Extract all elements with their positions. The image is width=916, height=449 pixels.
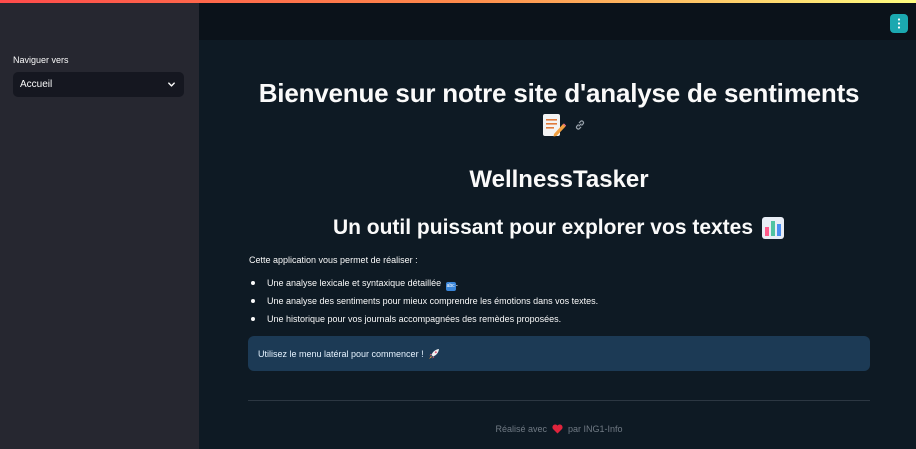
subtitle-heading: Un outil puissant pour explorer vos text… [248,216,870,240]
rocket-icon [428,348,439,359]
info-text: Utilisez le menu latéral pour commencer … [258,348,424,359]
app-name-heading: WellnessTasker [469,166,649,193]
nav-label: Naviguer vers [13,55,69,65]
info-box: Utilisez le menu latéral pour commencer … [248,336,870,371]
page-title: Bienvenue sur notre site d'analyse de se… [258,78,860,108]
sidebar: Naviguer vers Accueil [0,3,199,449]
list-item-text: Une analyse des sentiments pour mieux co… [267,296,599,306]
list-item-text: Une analyse lexicale et syntaxique détai… [267,278,442,288]
footer-suffix: par ING1-Info [568,424,623,434]
list-item-text: Une historique pour vos journals accompa… [267,314,562,324]
footer: Réalisé avec par ING1-Info [248,424,870,434]
main-menu-button[interactable] [890,14,908,33]
memo-icon [543,114,566,137]
nav-select[interactable]: Accueil [13,72,184,97]
bar-chart-icon [762,217,785,239]
chevron-down-icon [168,82,175,87]
list-item-suffix: . [455,278,459,288]
intro-text: Cette application vous permet de réalise… [249,255,418,265]
abc-icon: abc [445,282,456,291]
subtitle-text: Un outil puissant pour explorer vos text… [332,216,754,239]
list-item: Une historique pour vos journals accompa… [249,310,598,328]
title-decoration [540,111,586,139]
list-item: Une analyse des sentiments pour mieux co… [249,292,598,310]
footer-prefix: Réalisé avec [495,424,547,434]
footer-divider [248,400,870,401]
list-item: Une analyse lexicale et syntaxique détai… [249,274,598,292]
heart-icon [552,424,563,434]
nav-select-value: Accueil [20,79,53,90]
kebab-menu-icon [897,18,901,29]
feature-list: Une analyse lexicale et syntaxique détai… [249,274,598,328]
link-icon[interactable] [574,119,586,131]
app-header [199,3,916,40]
